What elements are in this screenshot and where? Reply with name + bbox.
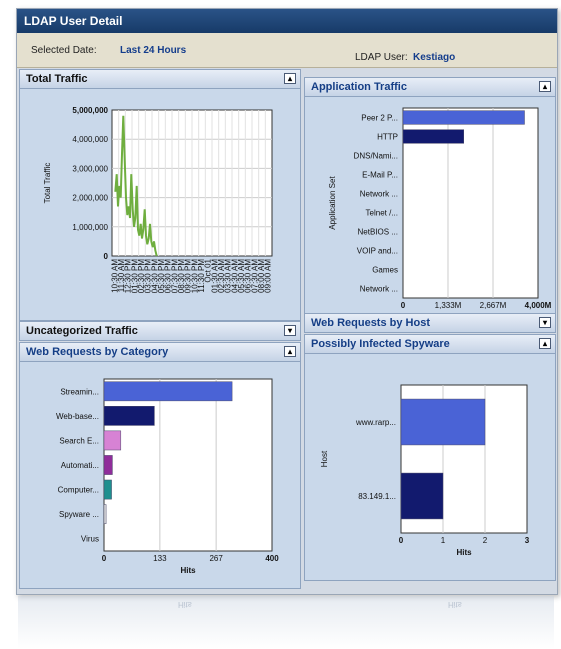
category-label: www.rarp... [355,418,396,427]
category-label: HTTP [377,133,398,142]
category-label: Spyware ... [59,510,99,519]
collapse-icon[interactable]: ▴ [539,81,551,92]
x-tick-label: 400 [265,554,279,563]
ldap-user-label: LDAP User: [355,52,408,63]
bar [103,479,112,500]
category-label: Computer... [58,486,99,495]
uncategorized-traffic-panel: Uncategorized Traffic ▾ [19,321,301,341]
category-label: DNS/Nami... [354,152,398,161]
x-tick-label: 09:00 AM [264,259,273,293]
category-label: Telnet /... [366,209,398,218]
expand-icon[interactable]: ▾ [284,325,296,336]
collapse-icon[interactable]: ▴ [284,73,296,84]
possibly-infected-spyware-header: Possibly Infected Spyware ▴ [305,335,555,354]
bar [103,406,155,426]
reflection-text: Hits [448,600,462,609]
y-tick-label: 4,000,000 [72,135,108,144]
web-requests-by-category-chart: 0 133 267 400 Streamin... Web-base... Search E… [56,378,279,575]
application-traffic-panel: Application Traffic ▴ 0 1,333M 2,667M 4,000… [304,77,556,321]
selected-date-value[interactable]: Last 24 Hours [120,45,186,56]
bar [103,381,233,402]
category-label: Network ... [360,190,398,199]
category-label: Network ... [360,285,398,294]
x-tick-label: 0 [102,554,107,563]
y-tick-label: 2,000,000 [72,194,108,203]
reflection-text: Hits [178,600,192,609]
bar [400,398,486,446]
category-label: E-Mail P... [362,171,398,180]
bar [402,129,464,144]
selected-date-label: Selected Date: [31,45,97,56]
web-requests-by-category-title: Web Requests by Category [26,346,169,358]
bar [103,455,113,475]
x-tick-label: 1 [441,536,446,545]
total-traffic-title: Total Traffic [26,73,88,85]
category-label: Games [372,266,398,275]
category-label: Web-base... [56,412,99,421]
ldap-user-value[interactable]: Kestiago [413,52,455,63]
y-tick-label: 3,000,000 [72,164,108,173]
web-requests-by-host-header[interactable]: Web Requests by Host ▾ [305,314,555,333]
total-traffic-header: Total Traffic ▴ [20,70,300,89]
expand-icon[interactable]: ▾ [539,317,551,328]
selection-bar: Selected Date: Last 24 Hours LDAP User: … [17,33,557,68]
window-reflection: Hits Hits [18,596,554,649]
y-tick-label: 1,000,000 [72,223,108,232]
x-tick-label: 2,667M [480,301,507,310]
window-title: LDAP User Detail [17,9,557,33]
uncategorized-traffic-title: Uncategorized Traffic [26,325,138,337]
total-traffic-chart: 0 1,000,000 2,000,000 3,000,000 4,000,000 5,0… [43,106,273,293]
bar [103,430,122,451]
category-label: Search E... [59,436,99,445]
x-tick-label: 3 [525,536,530,545]
category-label: Peer 2 P... [361,114,398,123]
y-axis-label: Total Traffic [43,163,52,204]
plot-area [103,378,273,552]
application-traffic-chart: 0 1,333M 2,667M 4,000M Peer 2 P... HTTP DNS/Na… [328,107,552,310]
possibly-infected-spyware-chart: 0 1 2 3 www.rarp... 83.149.1... Hits Host [320,384,530,557]
category-label: 83.149.1... [358,492,396,501]
x-tick-label: 1,333M [435,301,462,310]
bar [400,472,444,520]
bar [103,504,107,524]
web-requests-by-category-header: Web Requests by Category ▴ [20,343,300,362]
x-tick-label: 4,000M [525,301,552,310]
y-tick-label: 0 [104,252,109,261]
category-label: Streamin... [60,387,99,396]
x-tick-label: 133 [153,554,167,563]
web-requests-by-host-panel: Web Requests by Host ▾ [304,313,556,333]
x-tick-label: 267 [209,554,223,563]
x-axis-label: Hits [180,566,196,575]
y-axis-label: Application Set [328,176,337,230]
category-label: Automati... [61,461,99,470]
total-traffic-panel: Total Traffic ▴ 0 1,000,000 2,000,000 3,000… [19,69,301,321]
x-tick-label: 2 [483,536,488,545]
uncategorized-traffic-header[interactable]: Uncategorized Traffic ▾ [20,322,300,341]
bar [402,110,525,125]
x-axis-label: Hits [456,548,472,557]
x-tick-label: 0 [399,536,404,545]
collapse-icon[interactable]: ▴ [284,346,296,357]
application-traffic-header: Application Traffic ▴ [305,78,555,97]
screenshot-stage: LDAP User Detail Selected Date: Last 24 … [0,0,561,649]
web-requests-by-host-title: Web Requests by Host [311,317,430,329]
x-tick-label: 0 [401,301,406,310]
category-label: NetBIOS ... [358,228,398,237]
y-axis-label: Host [320,450,329,467]
collapse-icon[interactable]: ▴ [539,338,551,349]
y-tick-label: 5,000,000 [72,106,108,115]
possibly-infected-spyware-panel: Possibly Infected Spyware ▴ 0 1 2 3 www.rarp… [304,334,556,581]
category-label: VOIP and... [357,247,398,256]
application-traffic-title: Application Traffic [311,81,407,93]
ldap-user-detail-window: LDAP User Detail Selected Date: Last 24 … [16,8,558,595]
web-requests-by-category-panel: Web Requests by Category ▴ 0 133 267 400 Str… [19,342,301,589]
category-label: Virus [81,535,99,544]
possibly-infected-spyware-title: Possibly Infected Spyware [311,338,450,350]
